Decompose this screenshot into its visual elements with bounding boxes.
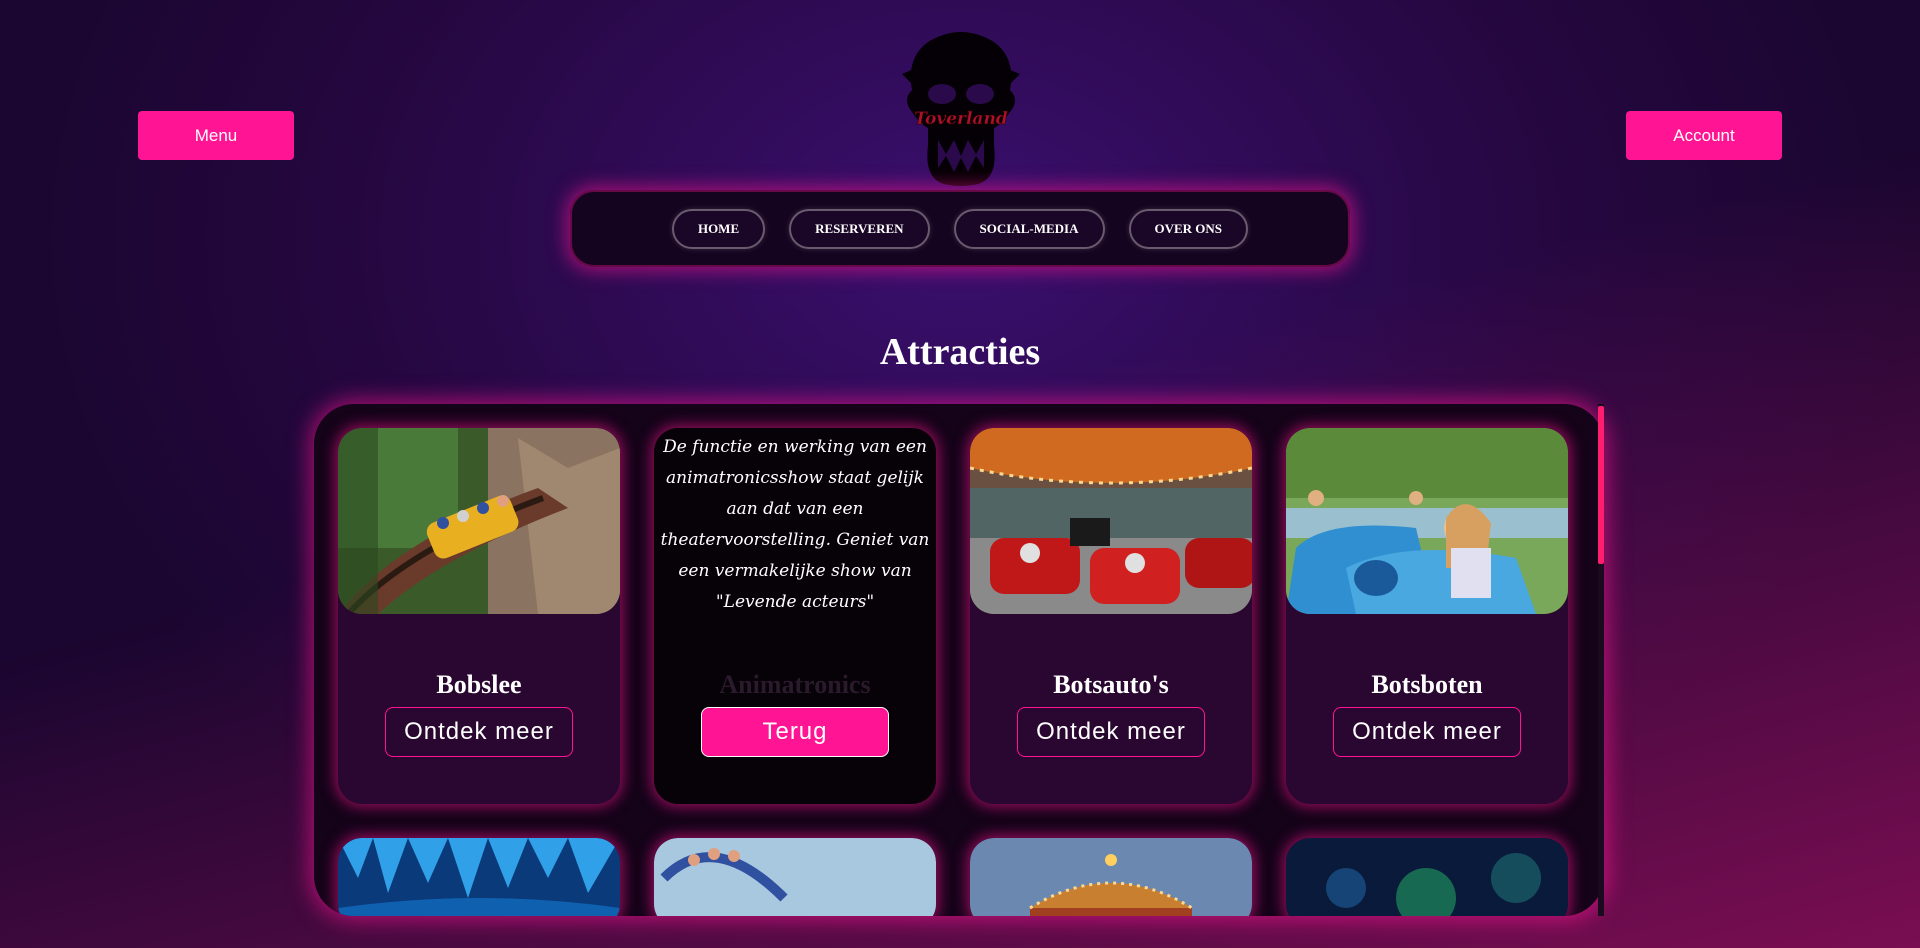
card-description: De functie en werking van een animatroni… [660, 437, 930, 612]
svg-text:Toverland: Toverland [914, 109, 1008, 129]
attraction-card-dark-ride [1286, 838, 1568, 916]
attraction-card-botsboten: Botsboten Ontdek meer [1286, 428, 1568, 804]
ontdek-meer-button[interactable]: Ontdek meer [1017, 707, 1205, 757]
attraction-card-coaster [654, 838, 936, 916]
attraction-card-carousel [970, 838, 1252, 916]
botsboten-image [1286, 428, 1568, 614]
nav-item-home[interactable]: HOME [671, 208, 766, 249]
ontdek-meer-button[interactable]: Ontdek meer [385, 707, 573, 757]
card-title: Botsboten [1371, 670, 1483, 699]
terug-button[interactable]: Terug [701, 707, 889, 757]
attraction-card-ice-cave [338, 838, 620, 916]
card-title: Bobslee [436, 670, 522, 699]
ontdek-meer-button[interactable]: Ontdek meer [1333, 707, 1521, 757]
skull-logo-icon[interactable]: Toverland [898, 28, 1024, 188]
main-navigation: HOME RESERVEREN SOCIAL-MEDIA OVER ONS [570, 190, 1350, 267]
coaster-image [654, 838, 936, 916]
attraction-card-animatronics: De functie en werking van een animatroni… [654, 428, 936, 804]
account-button[interactable]: Account [1626, 111, 1782, 160]
nav-item-reserveren[interactable]: RESERVEREN [789, 208, 930, 249]
carousel-image [970, 838, 1252, 916]
attractions-panel[interactable]: Bobslee Ontdek meer De functie en werkin… [314, 404, 1604, 916]
card-title: Animatronics [719, 670, 871, 699]
dark-ride-image [1286, 838, 1568, 916]
menu-button[interactable]: Menu [138, 111, 294, 160]
attraction-card-bobslee: Bobslee Ontdek meer [338, 428, 620, 804]
botsautos-image [970, 428, 1252, 614]
page-title: Attracties [879, 331, 1041, 373]
attraction-card-botsautos: Botsauto's Ontdek meer [970, 428, 1252, 804]
ice-cave-image [338, 838, 620, 916]
card-title: Botsauto's [1053, 670, 1169, 699]
nav-item-social-media[interactable]: SOCIAL-MEDIA [953, 208, 1105, 249]
panel-scrollbar-thumb[interactable] [1598, 406, 1604, 564]
bobslee-image [338, 428, 620, 614]
nav-item-over-ons[interactable]: OVER ONS [1128, 208, 1249, 249]
